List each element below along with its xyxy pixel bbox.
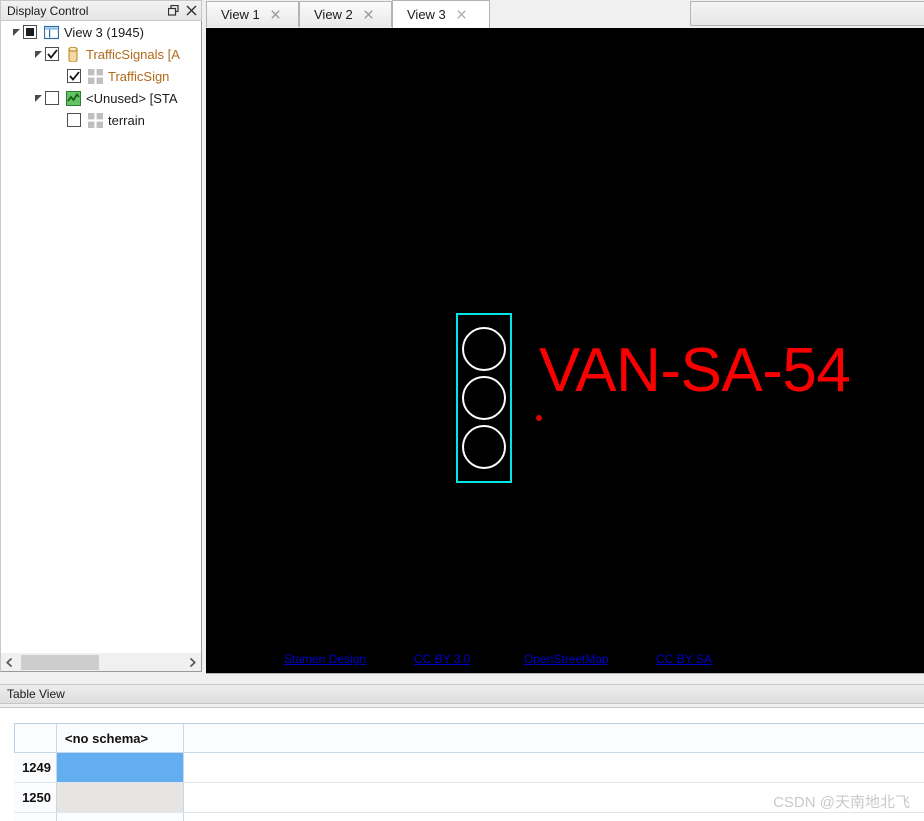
chevron-right-icon[interactable]	[184, 654, 201, 671]
display-control-titlebar: Display Control	[0, 0, 202, 21]
layer-tree-horizontal-scrollbar[interactable]	[0, 653, 202, 672]
expand-arrow-icon[interactable]	[10, 21, 23, 43]
grid-icon	[87, 68, 103, 84]
tab-label: View 2	[314, 7, 353, 22]
table-header-row: <no schema>	[14, 723, 924, 753]
table-row-index: 1249	[14, 753, 57, 783]
attribution-link-ccby30[interactable]: CC BY 3.0	[414, 652, 470, 666]
display-control-panel: Display Control View 3 (1945) TrafficSig…	[0, 0, 202, 678]
traffic-signal-symbol	[456, 313, 512, 483]
close-icon[interactable]	[268, 7, 284, 23]
table-row-empty[interactable]	[14, 813, 924, 821]
chevron-left-icon[interactable]	[1, 654, 18, 671]
attribution-link-ccbysa[interactable]: CC BY SA	[656, 652, 712, 666]
scrollbar-thumb[interactable]	[21, 654, 99, 670]
map-viewport[interactable]: VAN-SA-54 Stamen Design CC BY 3.0 OpenSt…	[206, 28, 924, 673]
table-cell-empty[interactable]	[184, 813, 924, 821]
table-row[interactable]: 1249	[14, 753, 924, 783]
restore-icon[interactable]	[165, 2, 182, 19]
feature-label: VAN-SA-54	[539, 336, 851, 405]
close-icon[interactable]	[361, 7, 377, 23]
table-row-index: 1250	[14, 783, 57, 813]
expand-arrow-icon[interactable]	[32, 87, 45, 109]
tree-item-label: TrafficSign	[108, 68, 170, 84]
tree-item-view3[interactable]: View 3 (1945)	[1, 21, 201, 43]
tab-view-3[interactable]: View 3	[392, 0, 490, 28]
table-row-index-empty	[14, 813, 57, 821]
tree-item-label: terrain	[108, 112, 145, 128]
close-icon[interactable]	[183, 2, 200, 19]
tree-item-label: <Unused> [STA	[86, 90, 178, 106]
close-icon[interactable]	[454, 7, 470, 23]
tree-item-trafficsignals[interactable]: TrafficSignals [A	[1, 43, 201, 65]
tab-label: View 3	[407, 7, 446, 22]
expand-arrow-icon[interactable]	[32, 43, 45, 65]
tabbar-filler	[690, 1, 924, 26]
tab-view-1[interactable]: View 1	[206, 1, 299, 27]
table-cell-no-schema[interactable]	[57, 783, 184, 813]
signal-bulb-top	[462, 327, 506, 371]
signal-bulb-bottom	[462, 425, 506, 469]
tab-view-2[interactable]: View 2	[299, 1, 392, 27]
table-cell-blank[interactable]	[184, 753, 924, 783]
visibility-checkbox-unused[interactable]	[45, 91, 59, 105]
attribution-link-stamen[interactable]: Stamen Design	[284, 652, 366, 666]
tab-label: View 1	[221, 7, 260, 22]
view-icon	[43, 24, 59, 40]
visibility-checkbox-view3[interactable]	[23, 25, 37, 39]
layer-tree[interactable]: View 3 (1945) TrafficSignals [A TrafficS…	[0, 21, 202, 653]
table-header-cell-no-schema[interactable]: <no schema>	[57, 724, 184, 752]
terrain-icon	[65, 90, 81, 106]
visibility-checkbox-trafficsign[interactable]	[67, 69, 81, 83]
table-cell-empty[interactable]	[57, 813, 184, 821]
tree-item-label: TrafficSignals [A	[86, 46, 180, 62]
table-header-index	[14, 724, 57, 752]
application-window: Display Control View 3 (1945) TrafficSig…	[0, 0, 924, 821]
table-header-cell-blank[interactable]	[184, 724, 924, 752]
table-view-title: Table View	[7, 687, 65, 701]
tree-item-terrain[interactable]: terrain	[1, 109, 201, 131]
view-tabbar: View 1 View 2 View 3	[206, 0, 924, 28]
map-attribution: Stamen Design CC BY 3.0 OpenStreetMap CC…	[206, 650, 924, 668]
watermark: CSDN @天南地北飞	[773, 794, 910, 811]
horizontal-splitter[interactable]	[0, 676, 924, 682]
tree-item-unused[interactable]: <Unused> [STA	[1, 87, 201, 109]
display-control-title: Display Control	[7, 3, 89, 18]
attribution-link-openstreetmap[interactable]: OpenStreetMap	[524, 652, 609, 666]
table-cell-no-schema[interactable]	[57, 753, 184, 783]
visibility-checkbox-trafficsignals[interactable]	[45, 47, 59, 61]
scrollbar-track[interactable]	[18, 653, 184, 671]
signal-bulb-middle	[462, 376, 506, 420]
database-icon	[65, 46, 81, 62]
feature-point-marker	[536, 415, 542, 421]
tree-item-trafficsign[interactable]: TrafficSign	[1, 65, 201, 87]
grid-icon	[87, 112, 103, 128]
tree-item-label: View 3 (1945)	[64, 24, 144, 40]
table-view-titlebar: Table View	[0, 684, 924, 704]
visibility-checkbox-terrain[interactable]	[67, 113, 81, 127]
